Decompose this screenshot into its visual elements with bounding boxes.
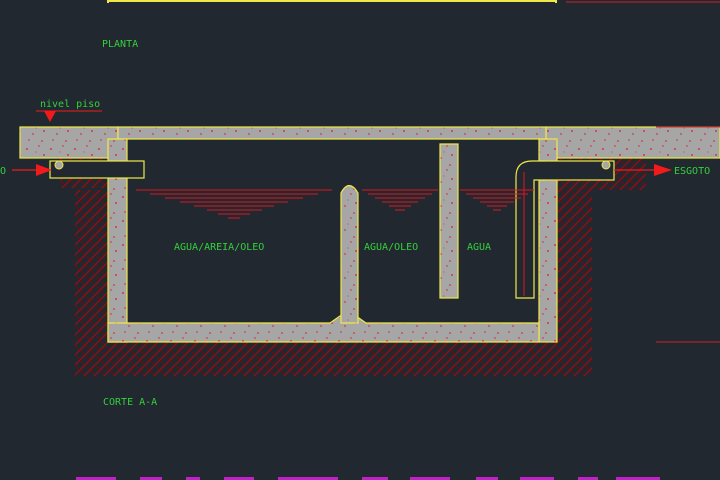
floor-slab-left	[19, 126, 119, 159]
tank-cover-slab	[117, 126, 547, 140]
outlet-label: ESGOTO	[674, 166, 710, 177]
inlet-label: O	[0, 166, 6, 177]
chamber-3-label: AGUA	[467, 242, 491, 253]
chamber-2-label: AGUA/OLEO	[364, 242, 418, 253]
drawing-canvas: PLANTA AGUA/AREIA/OLEO AGUA/OLEO AGUA ni…	[0, 0, 720, 480]
chamber-1-label: AGUA/AREIA/OLEO	[174, 242, 264, 253]
pipes	[49, 160, 615, 299]
inlet-pipe	[49, 160, 145, 179]
water-surface-chamber-1	[136, 189, 332, 219]
water-levels	[136, 189, 534, 219]
middle-baffle-wall	[340, 184, 359, 324]
inlet-flow: O	[0, 164, 52, 177]
bottom-slab	[107, 315, 540, 343]
earth-fill	[75, 190, 592, 376]
floor-slab-right	[545, 126, 720, 159]
water-surface-chamber-2	[362, 189, 438, 211]
floor-level-triangle-icon	[44, 111, 56, 122]
plan-title: PLANTA	[102, 39, 138, 50]
section-title: CORTE A-A	[103, 397, 157, 408]
floor-level-marker: nivel piso	[36, 99, 102, 122]
hanging-baffle	[439, 143, 459, 299]
plan-view: PLANTA	[102, 0, 720, 50]
floor-level-label: nivel piso	[40, 99, 100, 110]
inlet-pipe-section	[54, 160, 64, 170]
outlet-arrow-icon	[654, 164, 672, 176]
outlet-pipe-section	[601, 160, 611, 170]
